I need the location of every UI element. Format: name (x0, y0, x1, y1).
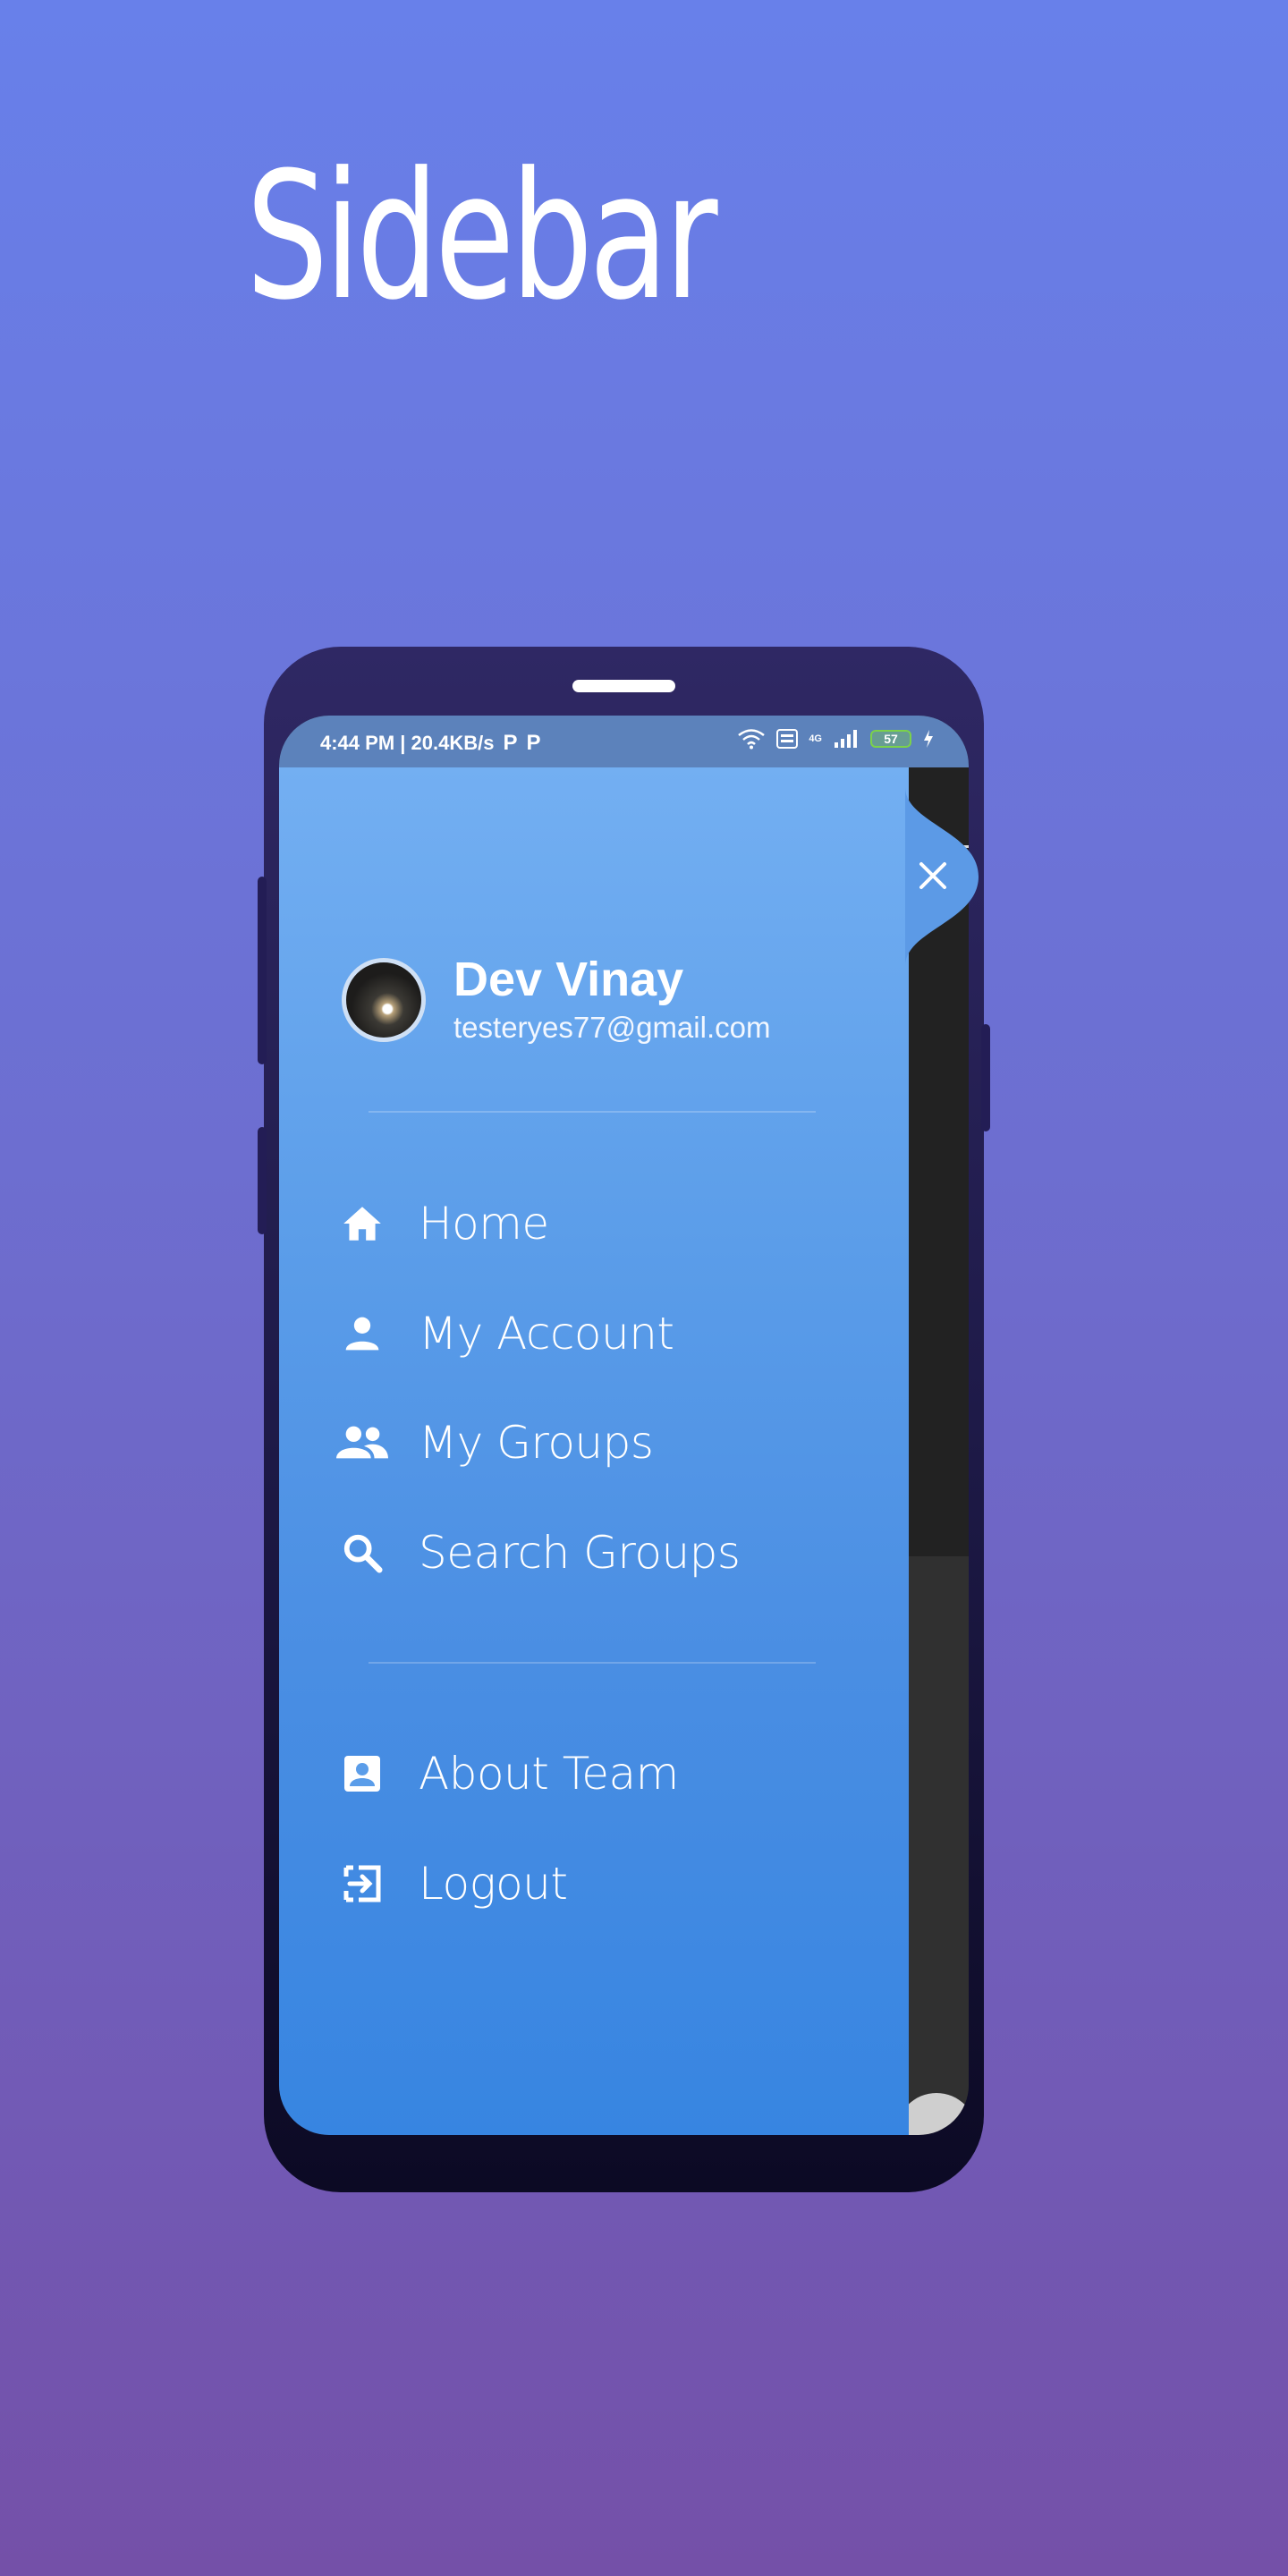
menu-item-home[interactable]: Home (333, 1183, 869, 1264)
battery-icon: 57 (870, 730, 911, 748)
menu-item-label: Search Groups (419, 1527, 741, 1579)
phone-screen: 4:44 PM | 20.4KB/s P P 4G 57 Dev Vinay t… (279, 716, 969, 2135)
menu-item-label: About Team (419, 1748, 679, 1800)
wifi-icon (738, 729, 766, 750)
phone-power-button (981, 1024, 990, 1131)
status-bar: 4:44 PM | 20.4KB/s P P 4G 57 (279, 716, 969, 767)
contact-card-icon (333, 1744, 392, 1803)
search-icon (333, 1523, 392, 1582)
menu-item-logout[interactable]: Logout (333, 1843, 869, 1924)
divider (369, 1662, 816, 1664)
phone-side-button (258, 1127, 267, 1234)
menu-item-label: Logout (419, 1858, 568, 1910)
menu-item-my-groups[interactable]: My Groups (333, 1402, 869, 1483)
person-icon (333, 1304, 392, 1363)
profile-email: testeryes77@gmail.com (453, 1011, 771, 1044)
divider (369, 1111, 816, 1113)
menu-item-label: My Groups (419, 1417, 654, 1469)
avatar[interactable] (342, 958, 426, 1042)
notification-app-icon: P (526, 731, 541, 755)
menu-item-search-groups[interactable]: Search Groups (333, 1513, 869, 1593)
phone-side-button (258, 877, 267, 1064)
menu-item-my-account[interactable]: My Account (333, 1293, 869, 1374)
menu-item-label: My Account (419, 1308, 674, 1360)
menu-item-about-team[interactable]: About Team (333, 1733, 869, 1814)
menu-item-label: Home (419, 1198, 549, 1250)
logout-icon (333, 1854, 392, 1913)
group-icon (333, 1413, 392, 1472)
status-time: 4:44 PM | 20.4KB/s (320, 732, 495, 754)
page-title: Sidebar (246, 135, 718, 339)
phone-speaker (572, 680, 675, 692)
navigation-drawer: Dev Vinay testeryes77@gmail.com Home My … (279, 767, 909, 2135)
signal-icon (835, 730, 857, 748)
charging-icon (924, 730, 933, 748)
home-icon (333, 1194, 392, 1253)
close-drawer-button[interactable] (905, 787, 1004, 966)
notification-app-icon: P (503, 731, 518, 755)
network-type: 4G (809, 733, 822, 744)
profile-name: Dev Vinay (453, 953, 684, 1006)
volte-icon (776, 729, 799, 749)
